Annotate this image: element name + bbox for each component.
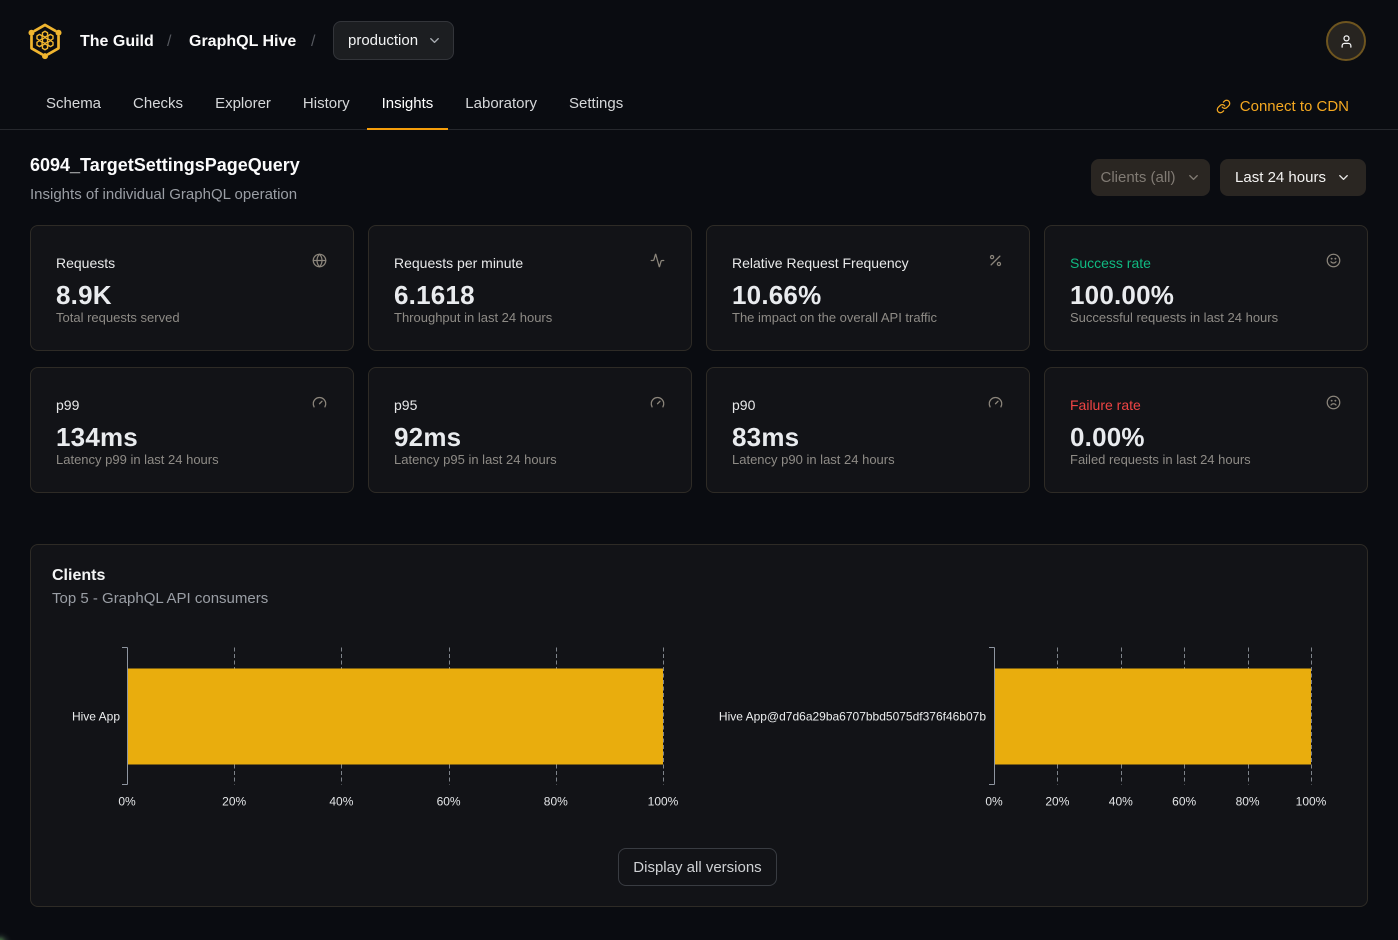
svg-text:20%: 20% xyxy=(222,795,246,809)
svg-text:100%: 100% xyxy=(648,795,679,809)
svg-text:Hive App: Hive App xyxy=(72,710,120,724)
svg-text:20%: 20% xyxy=(1045,795,1069,809)
svg-text:80%: 80% xyxy=(544,795,568,809)
svg-text:100%: 100% xyxy=(1296,795,1327,809)
svg-text:Hive App@d7d6a29ba6707bbd5075d: Hive App@d7d6a29ba6707bbd5075df376f46b07… xyxy=(719,710,986,724)
svg-text:40%: 40% xyxy=(1109,795,1133,809)
svg-text:0%: 0% xyxy=(118,795,136,809)
svg-text:80%: 80% xyxy=(1236,795,1260,809)
svg-text:40%: 40% xyxy=(329,795,353,809)
svg-text:0%: 0% xyxy=(985,795,1003,809)
svg-text:60%: 60% xyxy=(437,795,461,809)
svg-text:60%: 60% xyxy=(1172,795,1196,809)
